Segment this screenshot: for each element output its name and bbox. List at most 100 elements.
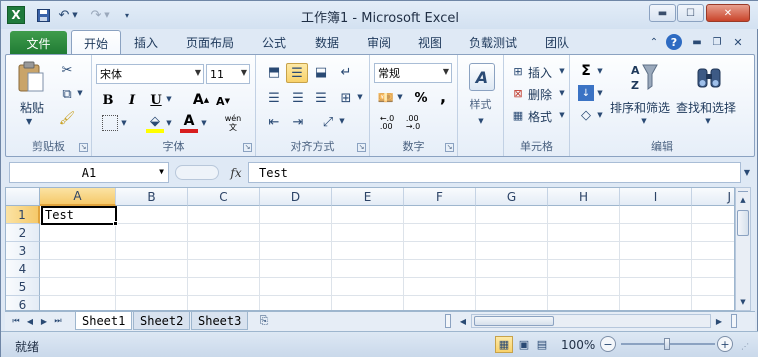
insert-cells-icon[interactable]: ⊞ [510, 63, 526, 79]
orientation-icon[interactable]: ⤢ [318, 113, 338, 131]
find-select-button[interactable]: 查找和选择 [676, 99, 736, 116]
autosum-dropdown-icon[interactable]: ▼ [596, 67, 604, 75]
sort-filter-button[interactable]: 排序和筛选 [610, 99, 670, 116]
scroll-up-icon[interactable]: ▲ [736, 194, 750, 206]
expand-formula-bar-icon[interactable]: ▼ [741, 164, 753, 181]
shrink-font-button[interactable]: A ▼ [214, 93, 232, 109]
clipboard-launcher-icon[interactable]: ↘ [79, 143, 88, 152]
delete-dropdown-icon[interactable]: ▼ [558, 89, 566, 97]
fill-color-dropdown-icon[interactable]: ▼ [165, 119, 173, 127]
tab-formulas[interactable]: 公式 [250, 31, 298, 54]
row-header[interactable]: 6 [6, 296, 40, 310]
phonetic-guide-icon[interactable]: wén 文 [220, 112, 246, 134]
format-painter-icon[interactable]: 🖌 [58, 109, 76, 127]
delete-cells-icon[interactable]: ⊠ [510, 85, 526, 101]
align-center-icon[interactable]: ☰ [288, 89, 308, 107]
accounting-format-icon[interactable]: 💴 [376, 89, 396, 107]
prev-sheet-icon[interactable]: ◀ [25, 315, 35, 327]
tab-home[interactable]: 开始 [71, 30, 122, 56]
styles-icon[interactable]: A [469, 63, 495, 91]
zoom-slider-thumb[interactable] [664, 338, 670, 350]
column-header[interactable]: F [404, 188, 476, 206]
column-header[interactable]: H [548, 188, 620, 206]
underline-button[interactable]: U [148, 91, 164, 109]
page-layout-view-icon[interactable]: ▣ [515, 336, 533, 353]
active-cell-a1[interactable]: Test [41, 206, 117, 225]
orientation-dropdown-icon[interactable]: ▼ [338, 117, 346, 125]
merge-dropdown-icon[interactable]: ▼ [356, 93, 364, 101]
tab-insert[interactable]: 插入 [122, 31, 170, 54]
sort-filter-icon[interactable]: AZ [628, 61, 660, 93]
copy-icon[interactable]: ⧉ [58, 85, 76, 103]
column-header[interactable]: E [332, 188, 404, 206]
fill-dropdown-icon[interactable]: ▼ [596, 89, 604, 97]
doc-close-icon[interactable]: ✕ [731, 35, 745, 49]
zoom-in-icon[interactable]: + [717, 336, 733, 352]
name-box[interactable]: A1 ▼ [9, 162, 169, 183]
accounting-dropdown-icon[interactable]: ▼ [396, 93, 404, 101]
doc-minimize-icon[interactable]: ▬ [690, 35, 704, 49]
scroll-thumb[interactable] [737, 210, 749, 236]
italic-button[interactable]: I [124, 91, 140, 109]
format-cells-icon[interactable]: ▦ [510, 107, 526, 123]
autosum-icon[interactable]: Σ [578, 63, 594, 79]
formula-input[interactable]: Test [248, 162, 741, 183]
increase-decimal-icon[interactable]: ←.0.00 [376, 113, 398, 133]
increase-indent-icon[interactable]: ⇥ [288, 113, 308, 131]
row-header[interactable]: 2 [6, 224, 40, 242]
tab-data[interactable]: 数据 [303, 31, 351, 54]
font-name-combo[interactable]: 宋体 ▼ [96, 64, 204, 84]
bold-button[interactable]: B [100, 91, 116, 109]
column-header[interactable]: A [40, 188, 116, 206]
tab-review[interactable]: 审阅 [355, 31, 403, 54]
h-split-box[interactable] [731, 314, 737, 328]
close-button[interactable]: ✕ [706, 4, 750, 22]
insert-function-button[interactable]: fx [226, 162, 246, 183]
align-right-icon[interactable]: ☰ [311, 89, 331, 107]
sheet-tab-sheet2[interactable]: Sheet2 [133, 312, 191, 330]
fill-color-icon[interactable]: ⬙ [146, 113, 164, 133]
insert-dropdown-icon[interactable]: ▼ [558, 67, 566, 75]
tab-view[interactable]: 视图 [406, 31, 454, 54]
select-all-corner[interactable] [6, 188, 40, 206]
merge-center-icon[interactable]: ⊞ [336, 89, 356, 107]
grow-font-button[interactable]: A ▲ [192, 91, 210, 109]
row-header[interactable]: 1 [6, 206, 40, 224]
sort-filter-dropdown-icon[interactable]: ▼ [640, 117, 648, 125]
number-format-combo[interactable]: 常规 ▼ [374, 63, 452, 83]
help-icon[interactable]: ? [666, 34, 682, 50]
scroll-down-icon[interactable]: ▼ [736, 296, 750, 308]
row-header[interactable]: 3 [6, 242, 40, 260]
format-dropdown-icon[interactable]: ▼ [558, 111, 566, 119]
vertical-scrollbar[interactable]: ▲ ▼ [735, 187, 751, 311]
column-header[interactable]: C [188, 188, 260, 206]
align-top-icon[interactable]: ⬒ [264, 63, 284, 81]
tab-file[interactable]: 文件 [10, 31, 67, 55]
zoom-out-icon[interactable]: − [600, 336, 616, 352]
formula-bar-splitter[interactable] [175, 165, 219, 180]
h-scroll-thumb[interactable] [474, 316, 554, 326]
paste-icon[interactable] [16, 61, 46, 93]
chevron-down-icon[interactable]: ▼ [159, 167, 164, 176]
page-break-view-icon[interactable]: ▤ [533, 336, 551, 353]
clear-dropdown-icon[interactable]: ▼ [596, 111, 604, 119]
scroll-left-icon[interactable]: ◀ [457, 314, 469, 328]
clear-icon[interactable]: ◇ [578, 107, 594, 123]
next-sheet-icon[interactable]: ▶ [39, 315, 49, 327]
borders-icon[interactable] [102, 115, 118, 131]
cut-icon[interactable]: ✂ [58, 61, 76, 79]
fill-icon[interactable]: ↓ [578, 85, 594, 101]
row-header[interactable]: 5 [6, 278, 40, 296]
find-select-icon[interactable] [694, 63, 724, 93]
decrease-decimal-icon[interactable]: .00 →.0 [402, 113, 424, 133]
worksheet-grid[interactable]: A B C D E F G H I J 1 2 3 4 5 6 Test [5, 187, 735, 311]
paste-dropdown-icon[interactable]: ▼ [26, 117, 32, 126]
font-size-combo[interactable]: 11 ▼ [206, 64, 250, 84]
find-select-dropdown-icon[interactable]: ▼ [704, 117, 712, 125]
column-header[interactable]: D [260, 188, 332, 206]
styles-dropdown-icon[interactable]: ▼ [476, 117, 486, 125]
scroll-right-icon[interactable]: ▶ [713, 314, 725, 328]
column-header[interactable]: J [692, 188, 734, 206]
tab-team[interactable]: 团队 [533, 31, 581, 54]
align-bottom-icon[interactable]: ⬓ [311, 63, 331, 81]
